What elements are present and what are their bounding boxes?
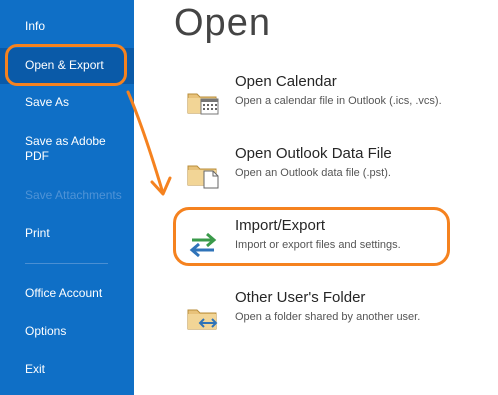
sidebar-item-print[interactable]: Print [0,226,134,241]
option-description: Import or export files and settings. [235,239,401,251]
option-import-export[interactable]: Import/Export Import or export files and… [180,217,480,273]
option-other-users-folder[interactable]: Other User's Folder Open a folder shared… [180,289,480,345]
sidebar-item-exit[interactable]: Exit [0,362,134,377]
sidebar-item-info[interactable]: Info [0,19,134,34]
option-description: Open a folder shared by another user. [235,311,421,323]
sidebar-item-save-attachments: Save Attachments [25,188,122,202]
sidebar-item-office-account[interactable]: Office Account [0,286,134,301]
sidebar-item-open-export[interactable]: Open & Export [0,48,134,84]
import-export-arrows-icon [189,232,217,258]
page-title: Open [174,2,271,44]
option-description: Open an Outlook data file (.pst). [235,167,391,179]
sidebar-item-options[interactable]: Options [0,324,134,339]
data-file-folder-icon [187,165,219,189]
option-title: Other User's Folder [235,289,366,306]
sidebar-divider [25,263,108,264]
backstage-sidebar: Info Open & Export Save As Save as Adobe… [0,0,134,395]
option-title: Open Calendar [235,73,337,90]
option-title: Open Outlook Data File [235,145,392,162]
calendar-folder-icon [187,93,219,115]
sidebar-item-save-as-adobe-pdf[interactable]: Save as Adobe PDF [0,134,110,164]
sidebar-item-save-as[interactable]: Save As [0,95,134,110]
option-open-calendar[interactable]: Open Calendar Open a calendar file in Ou… [180,73,480,129]
shared-folder-icon [187,309,218,330]
option-description: Open a calendar file in Outlook (.ics, .… [235,95,442,107]
option-open-outlook-data-file[interactable]: Open Outlook Data File Open an Outlook d… [180,145,480,201]
option-title: Import/Export [235,217,326,234]
